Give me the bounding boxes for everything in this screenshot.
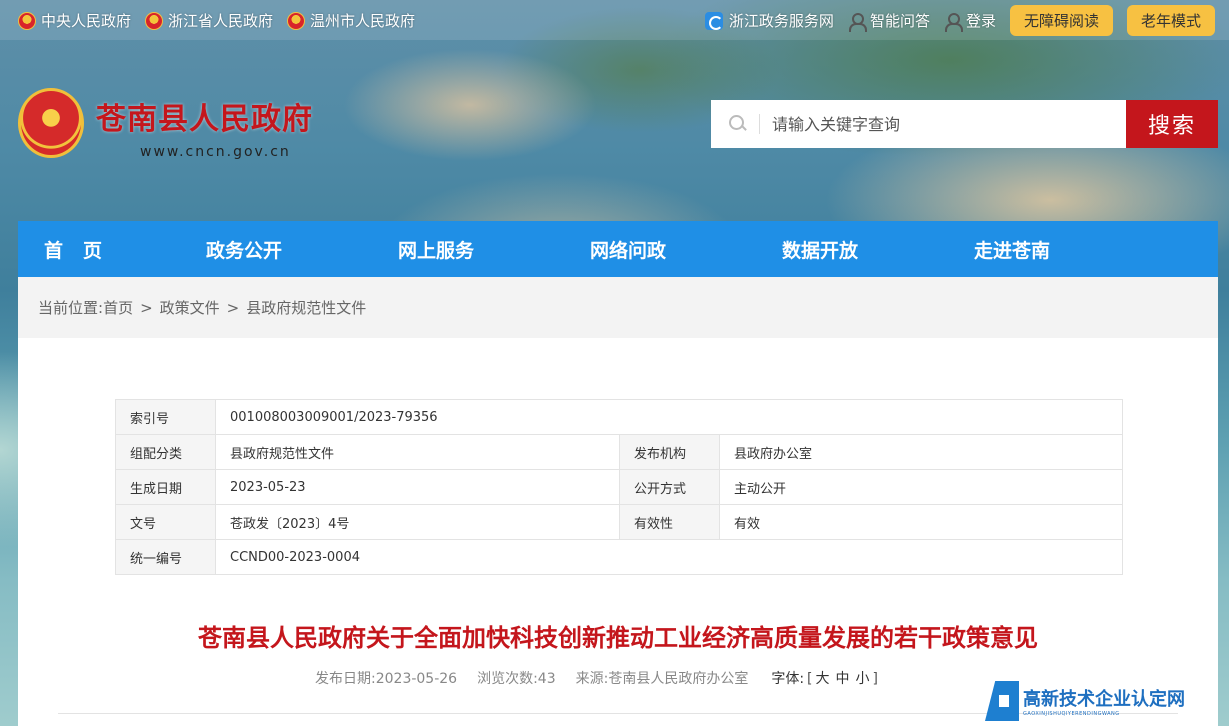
meta-value: 主动公开 <box>719 469 1123 505</box>
font-size-label: 字体: <box>771 671 805 687</box>
meta-label: 统一编号 <box>115 539 216 575</box>
logo-text: 苍南县人民政府 www.cncn.gov.cn <box>96 94 313 160</box>
publish-date: 发布日期:2023-05-26 <box>315 671 458 687</box>
nav-item-about-cangnan[interactable]: 走进苍南 <box>916 236 1108 263</box>
article-content: 索引号 001008003009001/2023-79356 组配分类 县政府规… <box>18 338 1218 726</box>
top-link-zhejiang-gov[interactable]: 浙江省人民政府 <box>145 10 273 31</box>
top-link-label: 浙江省人民政府 <box>168 12 274 30</box>
document-meta-table: 索引号 001008003009001/2023-79356 组配分类 县政府规… <box>115 399 1123 575</box>
breadcrumb-policy-docs[interactable]: 政策文件 <box>160 297 220 318</box>
accessible-reading-button[interactable]: 无障碍阅读 <box>1009 5 1113 36</box>
site-url: www.cncn.gov.cn <box>140 144 291 160</box>
meta-value: 001008003009001/2023-79356 <box>215 399 1123 435</box>
breadcrumb-separator: > <box>226 298 240 317</box>
nav-item-online-inquiry[interactable]: 网络问政 <box>532 236 724 263</box>
site-logo[interactable]: 苍南县人民政府 www.cncn.gov.cn <box>18 88 313 160</box>
meta-label: 生成日期 <box>115 469 216 505</box>
top-link-wenzhou-gov[interactable]: 温州市人民政府 <box>287 10 415 31</box>
national-emblem-icon <box>18 11 36 30</box>
font-size-control: 字体:[大中小] <box>771 671 878 687</box>
login-label: 登录 <box>965 12 996 30</box>
meta-value: CCND00-2023-0004 <box>215 539 1123 575</box>
nav-item-home[interactable]: 首页 <box>18 236 148 263</box>
breadcrumb-normative-docs[interactable]: 县政府规范性文件 <box>246 297 366 318</box>
zhejiang-service-link[interactable]: 浙江政务服务网 <box>704 10 834 31</box>
table-row: 索引号 001008003009001/2023-79356 <box>115 399 1123 435</box>
search-input[interactable] <box>772 114 1102 134</box>
search-button[interactable]: 搜索 <box>1126 100 1218 148</box>
national-emblem-icon <box>287 11 306 30</box>
breadcrumb: 当前位置: 首页 > 政策文件 > 县政府规范性文件 <box>18 277 1218 338</box>
user-icon <box>848 12 867 32</box>
meta-value: 2023-05-23 <box>215 469 620 505</box>
elder-mode-button[interactable]: 老年模式 <box>1126 5 1215 36</box>
meta-label: 公开方式 <box>619 469 720 505</box>
table-row: 统一编号 CCND00-2023-0004 <box>115 539 1123 575</box>
breadcrumb-prefix: 当前位置: <box>38 299 104 317</box>
article-title: 苍南县人民政府关于全面加快科技创新推动工业经济高质量发展的若干政策意见 <box>198 624 1038 652</box>
login-link[interactable]: 登录 <box>944 10 996 32</box>
meta-label: 文号 <box>115 504 216 540</box>
meta-value: 县政府规范性文件 <box>215 434 620 470</box>
table-row: 文号 苍政发〔2023〕4号 有效性 有效 <box>115 504 1123 540</box>
meta-label: 索引号 <box>115 399 216 435</box>
watermark-sub: GAOXINJISHUQIYERENDINGWANG <box>1023 711 1120 717</box>
breadcrumb-separator: > <box>140 298 153 317</box>
smart-qa-link[interactable]: 智能问答 <box>848 10 930 32</box>
watermark-text: 高新技术企业认定网 GAOXINJISHUQIYERENDINGWANG <box>1023 685 1185 717</box>
nav-item-online-service[interactable]: 网上服务 <box>340 236 532 263</box>
top-link-label: 温州市人民政府 <box>310 12 416 30</box>
national-emblem-icon <box>18 88 84 158</box>
zhejiang-service-icon <box>704 11 723 30</box>
search-icon <box>729 115 747 133</box>
watermark-logo-icon <box>985 681 1019 721</box>
site-title: 苍南县人民政府 <box>96 102 313 137</box>
article-info: 发布日期:2023-05-26 浏览次数:43 来源:苍南县人民政府办公室 字体… <box>315 668 878 688</box>
table-row: 生成日期 2023-05-23 公开方式 主动公开 <box>115 469 1123 505</box>
search-box <box>711 100 1126 148</box>
meta-value: 有效 <box>719 504 1123 540</box>
zhejiang-service-label: 浙江政务服务网 <box>728 12 834 30</box>
meta-value: 县政府办公室 <box>719 434 1123 470</box>
view-count: 浏览次数:43 <box>477 671 556 687</box>
font-small-button[interactable]: 小 <box>856 671 870 687</box>
meta-value: 苍政发〔2023〕4号 <box>215 504 620 540</box>
top-links: 中央人民政府 浙江省人民政府 温州市人民政府 <box>18 10 415 31</box>
top-right-links: 浙江政务服务网 智能问答 登录 无障碍阅读 老年模式 <box>704 5 1215 36</box>
meta-label: 有效性 <box>619 504 720 540</box>
top-link-label: 中央人民政府 <box>41 12 132 30</box>
main-nav: 首页 政务公开 网上服务 网络问政 数据开放 走进苍南 <box>18 221 1218 277</box>
users-icon <box>944 12 963 32</box>
article-source: 来源:苍南县人民政府办公室 <box>575 671 749 687</box>
national-emblem-icon <box>145 11 164 30</box>
meta-label: 发布机构 <box>619 434 720 470</box>
breadcrumb-home[interactable]: 首页 <box>103 297 133 318</box>
watermark-main: 高新技术企业认定网 <box>1023 689 1185 710</box>
search-bar: 搜索 <box>711 100 1218 148</box>
table-row: 组配分类 县政府规范性文件 发布机构 县政府办公室 <box>115 434 1123 470</box>
watermark: 高新技术企业认定网 GAOXINJISHUQIYERENDINGWANG <box>985 676 1229 726</box>
top-link-central-gov[interactable]: 中央人民政府 <box>18 10 131 31</box>
search-divider <box>759 114 760 134</box>
top-bar: 中央人民政府 浙江省人民政府 温州市人民政府 浙江政务服务网 智能问答 登录 无… <box>0 0 1229 40</box>
meta-label: 组配分类 <box>115 434 216 470</box>
font-large-button[interactable]: 大 <box>816 671 830 687</box>
smart-qa-label: 智能问答 <box>869 12 930 30</box>
font-medium-button[interactable]: 中 <box>836 671 850 687</box>
nav-item-open-data[interactable]: 数据开放 <box>724 236 916 263</box>
nav-item-gov-affairs[interactable]: 政务公开 <box>148 236 340 263</box>
